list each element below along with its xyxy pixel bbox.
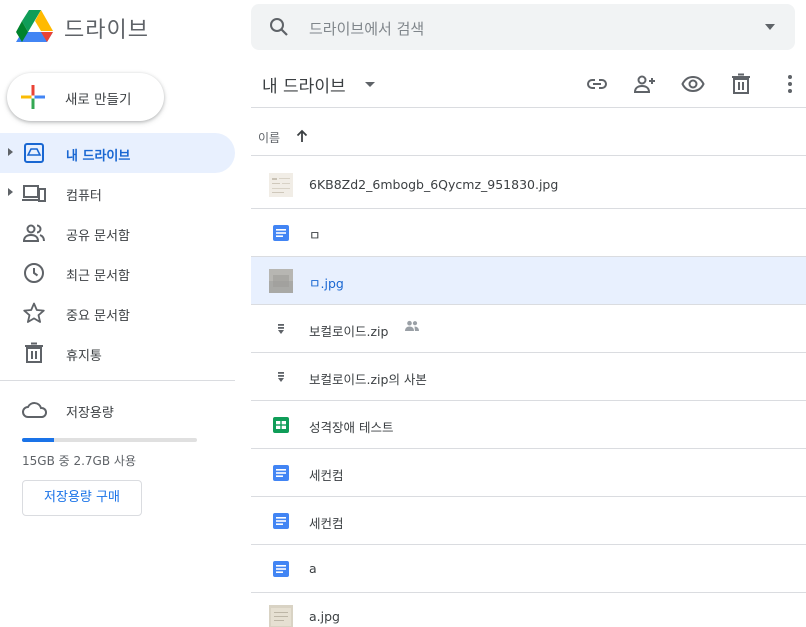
computer-icon <box>22 185 46 202</box>
toolbar: 내 드라이브 <box>251 56 806 108</box>
storage-progress-fill <box>22 438 54 442</box>
sidebar-item-recent[interactable]: 최근 문서함 <box>0 253 235 293</box>
cloud-icon <box>22 402 48 418</box>
file-row[interactable]: 세컨컴 <box>251 497 806 545</box>
clock-icon <box>24 263 44 283</box>
breadcrumb[interactable]: 내 드라이브 <box>262 72 346 97</box>
sidebar-item-label: 최근 문서함 <box>66 269 130 284</box>
sidebar-item-my-drive[interactable]: 내 드라이브 <box>0 133 235 173</box>
image-thumbnail-icon <box>269 173 293 197</box>
file-name: a <box>309 561 317 576</box>
file-row[interactable]: 성격장애 테스트 <box>251 401 806 449</box>
file-name: ㅁ.jpg <box>309 276 344 291</box>
sidebar-divider <box>0 380 235 381</box>
more-vert-icon[interactable] <box>778 72 802 96</box>
file-name: ㅁ <box>309 228 321 243</box>
search-icon[interactable] <box>267 15 291 39</box>
sidebar-item-label: 중요 문서함 <box>66 309 130 324</box>
plus-icon <box>21 85 45 109</box>
file-name: 성격장애 테스트 <box>309 420 394 435</box>
file-row[interactable]: a <box>251 545 806 593</box>
google-sheets-icon <box>273 417 289 433</box>
link-icon[interactable] <box>585 72 609 96</box>
google-docs-icon <box>273 225 289 241</box>
sidebar-nav: 내 드라이브 컴퓨터 공유 문서함 최근 문서함 중요 문서함 휴지통 <box>0 133 240 373</box>
new-button-label: 새로 만들기 <box>65 92 132 108</box>
zip-file-icon <box>278 324 284 334</box>
app-title: 드라이브 <box>64 18 149 43</box>
sort-up-arrow-icon[interactable] <box>295 128 309 144</box>
sidebar-item-label: 내 드라이브 <box>66 149 131 164</box>
sidebar-item-label: 공유 문서함 <box>66 229 130 244</box>
file-row[interactable]: a.jpg <box>251 593 806 627</box>
google-docs-icon <box>273 465 289 481</box>
file-name: 6KB8Zd2_6mbogb_6Qycmz_951830.jpg <box>309 177 559 192</box>
expand-arrow-icon[interactable] <box>8 148 13 156</box>
trash-icon[interactable] <box>729 72 753 96</box>
sidebar-item-trash[interactable]: 휴지통 <box>0 333 235 373</box>
star-icon <box>23 302 45 323</box>
main-content: 내 드라이브 이름 6KB8Zd2_6mbogb_6Qycmz_951830.j… <box>251 56 806 627</box>
eye-icon[interactable] <box>681 72 705 96</box>
sort-name-label[interactable]: 이름 <box>258 129 280 146</box>
google-docs-icon <box>273 561 289 577</box>
header: 드라이브 드라이브에서 검색 <box>0 0 806 56</box>
image-thumbnail-icon <box>269 269 293 293</box>
people-icon <box>22 224 45 242</box>
file-row[interactable]: ㅁ.jpg <box>251 257 806 305</box>
file-name: 보컬로이드.zip의 사본 <box>309 372 427 387</box>
buy-storage-button[interactable]: 저장용량 구매 <box>22 480 142 516</box>
breadcrumb-dropdown-icon[interactable] <box>365 82 375 87</box>
file-row[interactable]: 보컬로이드.zip <box>251 305 806 353</box>
sidebar-item-label: 컴퓨터 <box>66 189 102 204</box>
file-name: 보컬로이드.zip <box>309 324 389 339</box>
add-person-icon[interactable] <box>633 72 657 96</box>
file-row[interactable]: 6KB8Zd2_6mbogb_6Qycmz_951830.jpg <box>251 161 806 209</box>
file-list: 6KB8Zd2_6mbogb_6Qycmz_951830.jpg ㅁ ㅁ.jpg <box>251 161 806 627</box>
storage-label: 저장용량 <box>66 406 114 421</box>
file-name: a.jpg <box>309 609 340 624</box>
list-header: 이름 <box>251 108 806 156</box>
search-options-icon[interactable] <box>765 24 775 30</box>
storage-usage-text: 15GB 중 2.7GB 사용 <box>22 454 136 468</box>
shared-people-icon <box>405 320 419 331</box>
file-row[interactable]: 세컨컴 <box>251 449 806 497</box>
file-name: 세컨컴 <box>309 468 344 483</box>
file-row[interactable]: ㅁ <box>251 209 806 257</box>
search-input[interactable]: 드라이브에서 검색 <box>309 18 424 39</box>
file-name: 세컨컴 <box>309 516 344 531</box>
image-thumbnail-icon <box>269 605 293 627</box>
sidebar-item-starred[interactable]: 중요 문서함 <box>0 293 235 333</box>
file-row[interactable]: 보컬로이드.zip의 사본 <box>251 353 806 401</box>
new-button[interactable]: 새로 만들기 <box>7 73 164 121</box>
sidebar-item-computers[interactable]: 컴퓨터 <box>0 173 235 213</box>
sidebar-item-shared[interactable]: 공유 문서함 <box>0 213 235 253</box>
trash-icon <box>25 342 43 363</box>
drive-logo-icon[interactable] <box>16 8 54 44</box>
google-docs-icon <box>273 513 289 529</box>
zip-file-icon <box>278 372 284 382</box>
sidebar-item-label: 휴지통 <box>66 349 102 364</box>
search-bar[interactable]: 드라이브에서 검색 <box>251 4 795 50</box>
expand-arrow-icon[interactable] <box>8 188 13 196</box>
storage-progress-bar <box>22 438 197 442</box>
drive-icon <box>24 143 44 163</box>
